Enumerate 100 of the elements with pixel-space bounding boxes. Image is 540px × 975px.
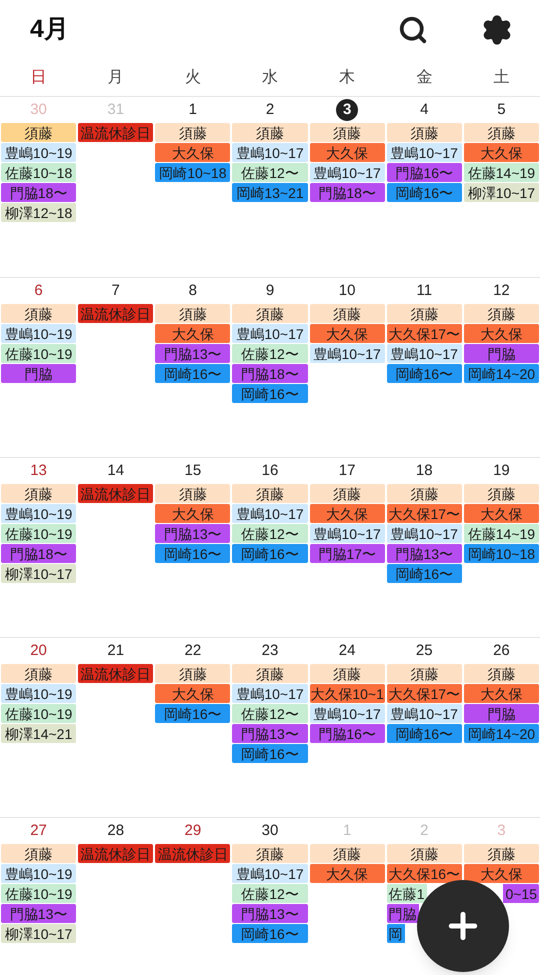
event-chip[interactable]: 豊嶋10~17 xyxy=(386,524,462,543)
event-chip[interactable]: 須藤 xyxy=(310,664,385,683)
event-chip[interactable]: 須藤 xyxy=(1,484,76,503)
event-chip[interactable]: 大久保 xyxy=(310,504,385,523)
event-chip[interactable]: 大久保 xyxy=(310,864,385,883)
event-chip[interactable]: 豊嶋10~17 xyxy=(232,864,308,883)
event-chip[interactable]: 須藤 xyxy=(155,484,230,503)
event-chip[interactable]: 佐藤12〜 xyxy=(232,524,308,543)
event-chip[interactable]: 須藤 xyxy=(386,484,462,503)
event-chip[interactable]: 豊嶋10~17 xyxy=(232,504,308,523)
event-chip[interactable]: 豊嶋10~17 xyxy=(310,344,385,363)
event-chip[interactable]: 豊嶋10~17 xyxy=(232,324,308,343)
day-number[interactable]: 30 xyxy=(262,820,278,842)
event-chip[interactable]: 岡崎16〜 xyxy=(386,724,462,743)
event-chip[interactable]: 柳澤10~17 xyxy=(1,564,76,583)
event-chip[interactable]: 大久保 xyxy=(310,324,385,343)
event-chip[interactable]: 須藤 xyxy=(1,844,76,863)
event-chip[interactable]: 門脇 xyxy=(464,704,539,723)
event-chip[interactable]: 須藤 xyxy=(1,664,76,683)
event-chip[interactable]: 大久保 xyxy=(464,143,539,162)
event-chip[interactable]: 須藤 xyxy=(232,664,308,683)
event-chip[interactable]: 佐藤12〜 xyxy=(232,163,308,182)
event-chip[interactable]: 大久保17〜 xyxy=(386,504,462,523)
event-chip[interactable]: 佐藤10~18 xyxy=(1,163,76,182)
event-chip[interactable]: 佐藤1 xyxy=(386,884,426,903)
day-number[interactable]: 20 xyxy=(30,640,47,662)
day-number[interactable]: 11 xyxy=(416,280,432,302)
day-number[interactable]: 17 xyxy=(338,460,356,482)
event-chip[interactable]: 岡崎16〜 xyxy=(232,924,308,943)
event-chip[interactable]: 豊嶋10~17 xyxy=(232,143,308,162)
event-chip[interactable]: 須藤 xyxy=(386,664,462,683)
event-chip[interactable]: 岡崎10~18 xyxy=(155,163,230,182)
event-chip[interactable]: 温流休診日 xyxy=(78,304,154,323)
event-chip[interactable]: 門脇13〜 xyxy=(1,904,76,923)
event-chip[interactable]: 門脇18〜 xyxy=(1,183,76,202)
event-chip[interactable]: 豊嶋10~17 xyxy=(310,524,385,543)
event-chip[interactable]: 豊嶋10~19 xyxy=(1,684,76,703)
event-chip[interactable]: 岡崎16〜 xyxy=(155,704,230,723)
event-chip[interactable]: 豊嶋10~17 xyxy=(386,704,462,723)
event-chip[interactable]: 門脇13〜 xyxy=(232,904,308,923)
day-number[interactable]: 29 xyxy=(184,820,202,842)
event-chip[interactable]: 岡崎16〜 xyxy=(386,183,462,202)
event-chip[interactable]: 佐藤10~19 xyxy=(1,344,76,363)
event-chip[interactable]: 須藤 xyxy=(310,484,385,503)
event-chip[interactable]: 岡崎16〜 xyxy=(155,544,230,563)
event-chip[interactable]: 柳澤10~17 xyxy=(464,183,539,202)
day-number[interactable]: 4 xyxy=(420,98,428,122)
today-date[interactable]: 3 xyxy=(336,99,358,121)
event-chip[interactable]: 門脇17〜 xyxy=(310,544,385,563)
event-chip[interactable]: 須藤 xyxy=(464,484,539,503)
event-chip[interactable]: 岡崎16〜 xyxy=(386,564,462,583)
event-chip[interactable]: 岡 xyxy=(386,924,405,943)
event-chip[interactable]: 佐藤12〜 xyxy=(232,704,308,723)
event-chip[interactable]: 須藤 xyxy=(155,123,230,142)
day-number[interactable]: 5 xyxy=(497,98,506,122)
event-chip[interactable]: 須藤 xyxy=(232,484,308,503)
day-number[interactable]: 9 xyxy=(266,280,274,302)
event-chip[interactable]: 門脇 xyxy=(386,904,419,923)
day-number[interactable]: 1 xyxy=(188,98,198,122)
day-number[interactable]: 24 xyxy=(338,640,356,662)
event-chip[interactable]: 岡崎16〜 xyxy=(232,544,308,563)
day-number[interactable]: 14 xyxy=(107,460,124,482)
day-number[interactable]: 26 xyxy=(493,640,510,662)
event-chip[interactable]: 門脇13〜 xyxy=(232,724,308,743)
event-chip[interactable]: 須藤 xyxy=(155,664,230,683)
event-chip[interactable]: 門脇 xyxy=(464,344,539,363)
event-chip[interactable]: 大久保17〜 xyxy=(386,324,462,343)
day-number[interactable]: 2 xyxy=(266,98,274,122)
event-chip[interactable]: 豊嶋10~17 xyxy=(386,143,462,162)
event-chip[interactable]: 須藤 xyxy=(1,123,76,142)
event-chip[interactable]: 岡崎16〜 xyxy=(232,384,308,403)
event-chip[interactable]: 岡崎14~20 xyxy=(464,364,539,383)
day-number[interactable]: 7 xyxy=(112,280,120,302)
day-number[interactable]: 13 xyxy=(30,460,47,482)
event-chip[interactable]: 須藤 xyxy=(386,304,462,323)
event-chip[interactable]: 豊嶋10~17 xyxy=(232,684,308,703)
event-chip[interactable]: 豊嶋10~17 xyxy=(310,704,385,723)
event-chip[interactable]: 温流休診日 xyxy=(78,844,154,863)
event-chip[interactable]: 大久保 xyxy=(155,504,230,523)
event-chip[interactable]: 豊嶋10~19 xyxy=(1,864,76,883)
day-number[interactable]: 21 xyxy=(107,640,124,662)
event-chip[interactable]: 豊嶋10~17 xyxy=(310,163,385,182)
event-chip[interactable]: 大久保16〜 xyxy=(386,864,462,883)
event-chip[interactable]: 大久保 xyxy=(155,684,230,703)
day-number[interactable]: 23 xyxy=(262,640,278,662)
event-chip[interactable]: 門脇13〜 xyxy=(155,524,230,543)
event-chip[interactable]: 大久保 xyxy=(310,143,385,162)
event-chip[interactable]: 門脇18〜 xyxy=(1,544,76,563)
day-number[interactable]: 18 xyxy=(416,460,433,482)
day-number[interactable]: 27 xyxy=(30,820,47,842)
event-chip[interactable]: 温流休診日 xyxy=(78,123,154,142)
day-number[interactable]: 10 xyxy=(338,280,356,302)
event-chip[interactable]: 門脇16〜 xyxy=(386,163,462,182)
event-chip[interactable]: 門脇18〜 xyxy=(310,183,385,202)
event-chip[interactable]: 佐藤14~19 xyxy=(464,524,539,543)
event-chip[interactable]: 須藤 xyxy=(310,304,385,323)
event-chip[interactable]: 佐藤14~19 xyxy=(464,163,539,182)
search-icon[interactable] xyxy=(398,15,428,45)
event-chip[interactable]: 佐藤10~19 xyxy=(1,524,76,543)
event-chip[interactable]: 門脇18〜 xyxy=(232,364,308,383)
